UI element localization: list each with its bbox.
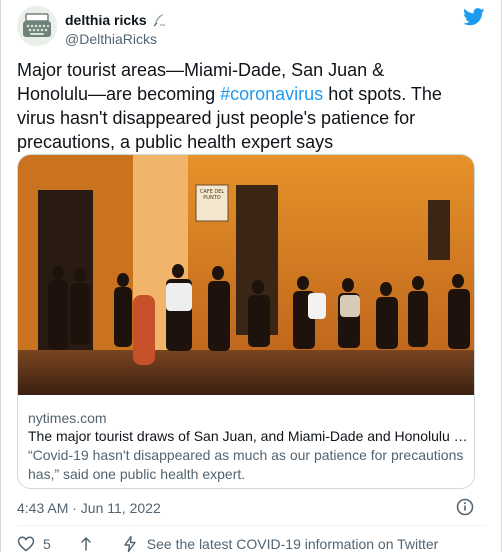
- avatar[interactable]: [17, 6, 57, 46]
- link-title: The major tourist draws of San Juan, and…: [28, 428, 468, 444]
- covid-info-link[interactable]: See the latest COVID-19 information on T…: [121, 535, 439, 553]
- tweet-actions: 5 See the latest COVID-19 information on…: [17, 534, 464, 554]
- tweet-card: delthia ricks @DelthiaRicks Major touris…: [0, 0, 502, 554]
- twitter-bird-icon[interactable]: [463, 8, 485, 26]
- lightning-bolt-icon: [124, 535, 136, 553]
- author-handle[interactable]: @DelthiaRicks: [65, 31, 157, 47]
- hashtag-link[interactable]: #coronavirus: [220, 84, 323, 104]
- divider: [17, 525, 485, 526]
- share-button[interactable]: [77, 535, 95, 553]
- author-display-name[interactable]: delthia ricks: [65, 12, 147, 28]
- share-icon: [81, 537, 91, 551]
- like-button[interactable]: 5: [17, 535, 51, 553]
- author-name-row[interactable]: delthia ricks: [65, 12, 167, 28]
- link-card-meta: nytimes.com The major tourist draws of S…: [28, 409, 468, 484]
- sign-text: CAFE DEL PUNTO: [199, 189, 225, 201]
- typewriter-icon: [17, 6, 57, 46]
- tweet-header: delthia ricks @DelthiaRicks: [17, 6, 485, 50]
- quill-pen-icon: [153, 14, 165, 27]
- link-preview-card[interactable]: CAFE DEL PUNTO nytimes.com The major tou…: [17, 154, 475, 489]
- covid-info-label[interactable]: See the latest COVID-19 information on T…: [147, 536, 439, 552]
- link-domain: nytimes.com: [28, 410, 107, 426]
- article-photo: [18, 155, 474, 395]
- like-count: 5: [43, 536, 51, 552]
- link-description: “Covid-19 hasn't disappeared as much as …: [28, 447, 464, 482]
- info-icon[interactable]: [456, 498, 474, 516]
- tweet-text: Major tourist areas—Miami-Dade, San Juan…: [17, 58, 457, 154]
- tweet-timestamp[interactable]: 4:43 AM · Jun 11, 2022: [17, 500, 161, 516]
- heart-icon: [17, 536, 35, 552]
